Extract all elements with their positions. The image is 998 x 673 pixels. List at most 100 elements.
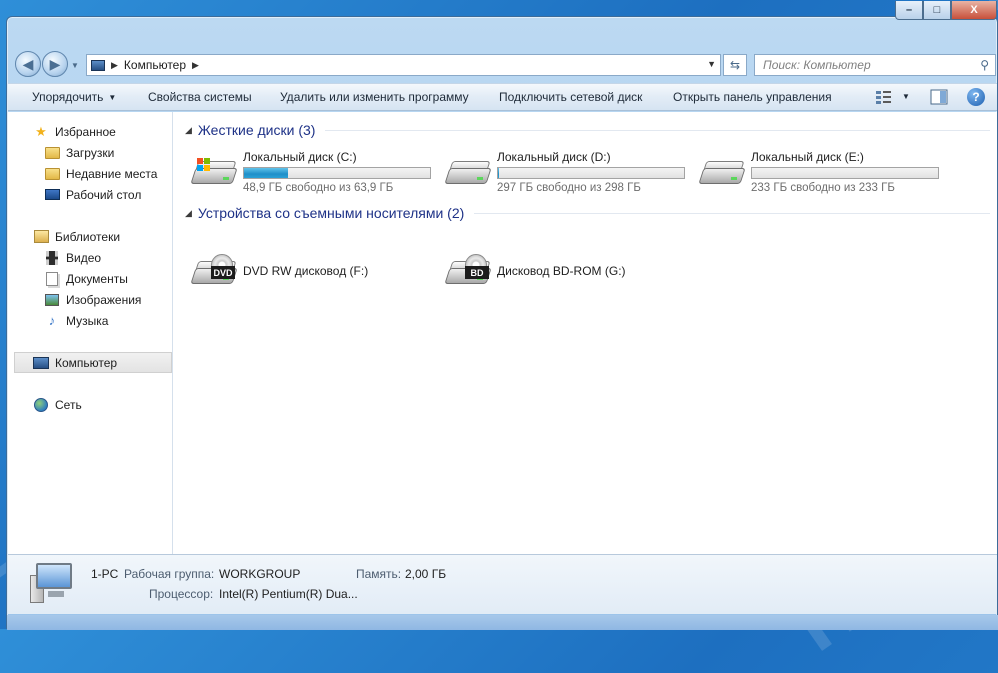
collapse-icon[interactable]: ◢ <box>185 208 192 219</box>
address-bar[interactable]: ▶ Компьютер ▶ ▼ <box>86 54 721 76</box>
drive-free-space: 233 ГБ свободно из 233 ГБ <box>751 182 895 194</box>
details-pane: 1-PC Рабочая группа: WORKGROUP Память: 2… <box>8 554 997 614</box>
video-icon <box>44 250 60 266</box>
sidebar-item-label: Видео <box>66 250 102 265</box>
organize-button[interactable]: Упорядочить ▼ <box>32 90 116 104</box>
workgroup-label: Рабочая группа: <box>124 567 215 581</box>
address-row: ◀ ▶ ▼ ▶ Компьютер ▶ ▼ ⇆ Поиск: Компьютер… <box>7 47 997 83</box>
address-history-dropdown[interactable]: ▼ <box>707 59 716 69</box>
content-pane: ◢ Жесткие диски (3) Локальный диск (C:) … <box>173 112 997 554</box>
explorer-window: – □ X ◀ ▶ ▼ ▶ Компьютер ▶ ▼ ⇆ Поиск: Ком… <box>6 1 998 630</box>
refresh-button[interactable]: ⇆ <box>723 54 747 76</box>
sidebar-item-label: Сеть <box>55 397 82 412</box>
music-icon: ♪ <box>48 313 56 328</box>
collapse-icon[interactable]: ◢ <box>185 125 192 136</box>
close-button[interactable]: X <box>951 1 997 20</box>
group-divider <box>474 212 990 214</box>
drive-f-dvd[interactable]: DVD DVD RW дисковод (F:) <box>190 250 441 294</box>
group-header-hard-disks[interactable]: ◢ Жесткие диски (3) <box>185 122 990 138</box>
sidebar-item-label: Загрузки <box>66 145 115 160</box>
breadcrumb-separator-icon[interactable]: ▶ <box>111 60 118 71</box>
drive-g-bd[interactable]: BD Дисковод BD-ROM (G:) <box>444 250 695 294</box>
drive-c[interactable]: Локальный диск (C:) 48,9 ГБ свободно из … <box>190 150 441 194</box>
forward-button[interactable]: ▶ <box>42 51 68 77</box>
sidebar-item-label: Музыка <box>66 313 109 328</box>
desktop-icon <box>44 187 60 203</box>
disc-badge: BD <box>465 266 489 279</box>
map-network-drive-button[interactable]: Подключить сетевой диск <box>499 90 642 104</box>
cpu-label: Процессор: <box>149 587 214 601</box>
view-list-icon <box>876 91 891 104</box>
memory-value: 2,00 ГБ <box>405 567 447 581</box>
open-control-panel-button[interactable]: Открыть панель управления <box>673 90 832 104</box>
pc-name: 1-PC <box>91 567 119 581</box>
chevron-down-icon: ▼ <box>108 93 117 102</box>
navigation-pane: ★ Избранное Загрузки Недавние места Рабоч… <box>8 112 173 554</box>
network-icon <box>33 397 49 413</box>
sidebar-item-label: Изображения <box>66 292 142 307</box>
usage-bar-fill <box>244 168 288 178</box>
drive-name: Локальный диск (D:) <box>497 150 611 164</box>
sidebar-item-computer[interactable]: Компьютер <box>14 352 172 373</box>
caption-buttons: – □ X <box>895 1 997 21</box>
disc-badge: DVD <box>211 266 235 279</box>
help-button[interactable]: ? <box>967 88 985 106</box>
star-icon: ★ <box>35 123 47 139</box>
usage-bar <box>751 167 939 179</box>
arrow-left-icon: ◀ <box>22 55 34 72</box>
hard-drive-icon <box>698 158 746 188</box>
drive-name: DVD RW дисковод (F:) <box>243 264 369 278</box>
sidebar-item-label: Компьютер <box>55 355 118 370</box>
memory-label: Память: <box>356 567 402 581</box>
recent-pages-dropdown[interactable]: ▼ <box>71 61 79 70</box>
workgroup-value: WORKGROUP <box>219 567 301 581</box>
usage-bar <box>497 167 685 179</box>
sidebar-item-favorites[interactable]: ★ Избранное <box>33 121 196 142</box>
search-input[interactable]: Поиск: Компьютер ⚲ <box>754 54 996 76</box>
change-view-button[interactable] <box>875 89 893 105</box>
group-header-removable[interactable]: ◢ Устройства со съемными носителями (2) <box>185 205 990 221</box>
back-button[interactable]: ◀ <box>15 51 41 77</box>
drive-e[interactable]: Локальный диск (E:) 233 ГБ свободно из 2… <box>698 150 949 194</box>
downloads-folder-icon <box>44 145 60 161</box>
usage-bar <box>243 167 431 179</box>
hard-drive-icon <box>444 158 492 188</box>
system-properties-button[interactable]: Свойства системы <box>148 90 252 104</box>
refresh-icon: ⇆ <box>729 58 741 72</box>
drive-free-space: 297 ГБ свободно из 298 ГБ <box>497 182 641 194</box>
preview-pane-icon <box>930 89 948 105</box>
view-options-dropdown-icon[interactable]: ▼ <box>902 92 910 101</box>
minimize-button[interactable]: – <box>895 1 923 20</box>
libraries-icon <box>33 229 49 245</box>
sidebar-item-label: Документы <box>66 271 128 286</box>
sidebar-item-label: Избранное <box>55 124 116 139</box>
drive-d[interactable]: Локальный диск (D:) 297 ГБ свободно из 2… <box>444 150 695 194</box>
computer-large-icon <box>30 563 74 603</box>
sidebar-item-network[interactable]: Сеть <box>33 394 196 415</box>
organize-label: Упорядочить <box>32 90 104 104</box>
breadcrumb-computer[interactable]: Компьютер <box>124 58 186 72</box>
windows-logo-icon <box>197 158 211 172</box>
arrow-right-icon: ▶ <box>49 55 61 72</box>
recent-places-icon <box>44 166 60 182</box>
hard-drive-icon <box>190 158 238 188</box>
dvd-drive-icon: DVD <box>190 254 238 288</box>
search-placeholder: Поиск: Компьютер <box>763 58 871 72</box>
documents-icon <box>44 271 60 287</box>
search-icon[interactable]: ⚲ <box>980 58 989 72</box>
window-bottom-border <box>7 615 998 630</box>
command-bar: Упорядочить ▼ Свойства системы Удалить ил… <box>8 83 997 111</box>
bd-drive-icon: BD <box>444 254 492 288</box>
sidebar-item-label: Библиотеки <box>55 229 121 244</box>
sidebar-item-libraries[interactable]: Библиотеки <box>33 226 196 247</box>
breadcrumb-separator-icon[interactable]: ▶ <box>192 60 199 71</box>
group-title: Жесткие диски (3) <box>197 122 316 138</box>
preview-pane-button[interactable] <box>930 89 948 105</box>
group-title: Устройства со съемными носителями (2) <box>197 205 465 221</box>
uninstall-program-button[interactable]: Удалить или изменить программу <box>280 90 469 104</box>
images-icon <box>44 292 60 308</box>
maximize-button[interactable]: □ <box>923 1 951 20</box>
drive-name: Локальный диск (C:) <box>243 150 357 164</box>
drive-name: Дисковод BD-ROM (G:) <box>497 264 626 278</box>
computer-icon <box>33 355 49 371</box>
